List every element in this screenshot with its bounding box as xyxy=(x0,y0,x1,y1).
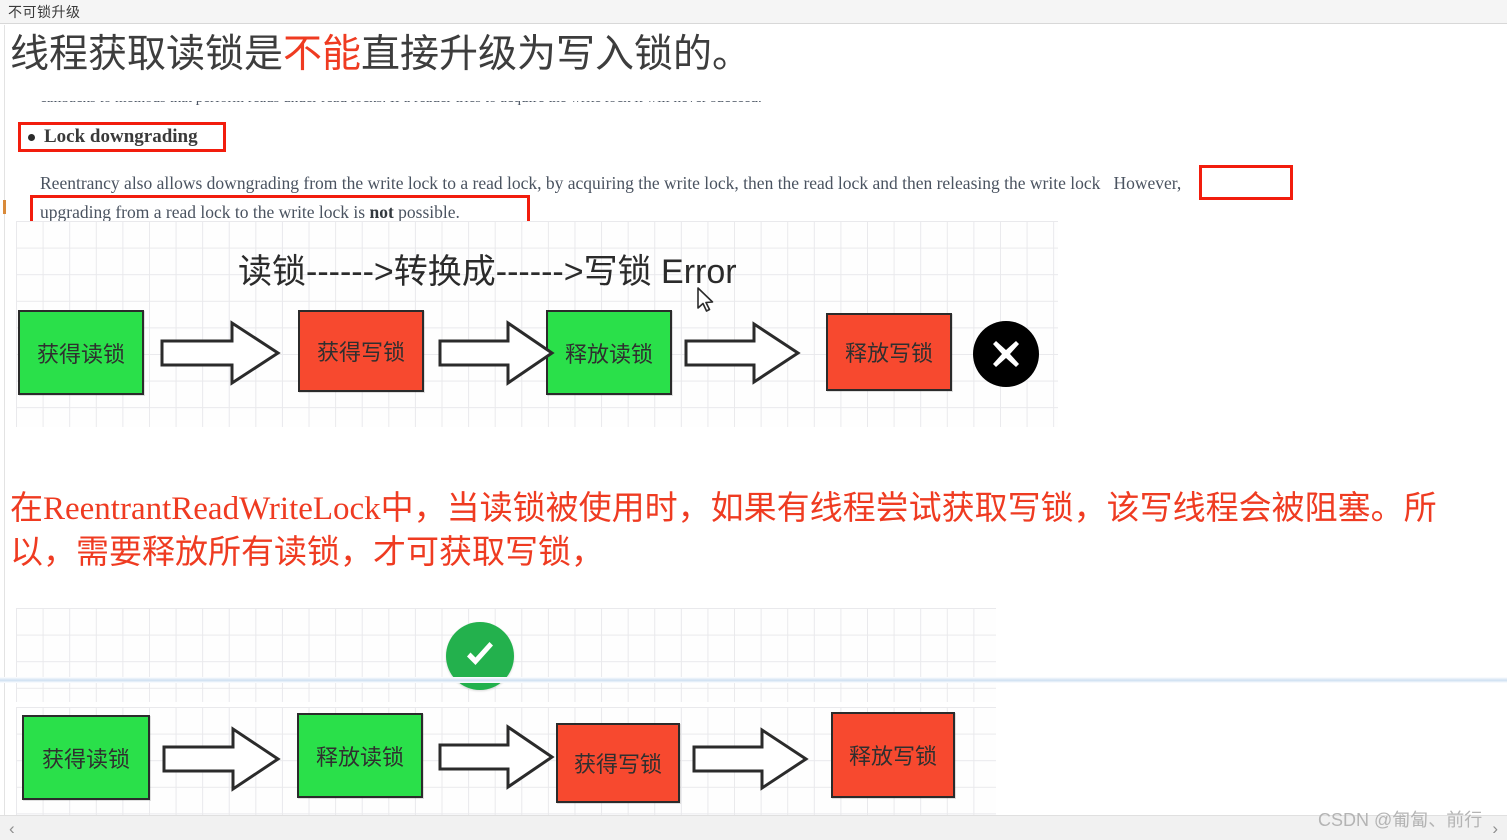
error-arrow-3-icon xyxy=(684,321,802,390)
headline-suffix: 直接升级为写入锁的。 xyxy=(361,33,752,76)
lock-downgrading-heading: Lock downgrading xyxy=(18,122,226,152)
error-arrow-1-icon xyxy=(160,319,282,392)
ok-node-4: 释放写锁 xyxy=(831,712,955,798)
error-flow-caption: 读锁------>转换成------>写锁 Error xyxy=(238,253,737,291)
ok-node-2: 释放读锁 xyxy=(297,713,423,798)
paragraph-line-2-lead: upgrading from a read lock to the write … xyxy=(40,202,370,222)
clipped-text: callbacks to methods that perform reads … xyxy=(40,101,1040,107)
ok-arrow-1-icon xyxy=(162,725,282,798)
paragraph-line-2-tail: possible. xyxy=(393,202,460,222)
ok-node-1-label: 获得读锁 xyxy=(41,746,130,772)
horizontal-scrollbar[interactable]: ‹ › xyxy=(0,815,1507,840)
page-left-rule xyxy=(4,25,5,815)
clipped-text-line: callbacks to methods that perform reads … xyxy=(40,101,1040,117)
bullet-dot-icon xyxy=(28,133,35,141)
ok-arrow-3-icon xyxy=(692,727,810,796)
error-node-4: 释放写锁 xyxy=(826,313,952,391)
headline-accent: 不能 xyxy=(283,33,362,76)
paragraph-however-text: However, xyxy=(1113,173,1182,193)
paragraph-line-1-text: Reentrancy also allows downgrading from … xyxy=(40,173,1101,193)
x-circle-icon xyxy=(973,321,1039,387)
headline-prefix: 线程获取读锁是 xyxy=(10,33,284,76)
red-commentary: 在ReentrantReadWriteLock中，当读锁被使用时，如果有线程尝试… xyxy=(10,491,1437,571)
error-node-1-label: 获得读锁 xyxy=(36,341,125,367)
error-node-2: 获得写锁 xyxy=(298,310,424,392)
paragraph-line-1: Reentrancy also allows downgrading from … xyxy=(40,170,1181,196)
error-arrow-2-icon xyxy=(438,319,556,392)
window-title: 不可锁升级 xyxy=(8,5,81,21)
error-node-2-label: 获得写锁 xyxy=(316,340,405,365)
ok-arrow-2-icon xyxy=(438,723,556,796)
error-node-3-label: 释放读锁 xyxy=(564,341,653,367)
error-node-3: 释放读锁 xyxy=(546,310,672,395)
app-window: 不可锁升级 线程获取读锁是不能直接升级为写入锁的。 callbacks to m… xyxy=(0,0,1507,840)
page-title: 线程获取读锁是不能直接升级为写入锁的。 xyxy=(10,33,751,78)
highlight-box-however xyxy=(1199,165,1293,200)
paragraph-not-emphasis: not xyxy=(369,202,394,222)
mouse-cursor-icon xyxy=(697,287,715,313)
error-node-1: 获得读锁 xyxy=(18,310,144,395)
ok-node-4-label: 释放写锁 xyxy=(848,744,937,769)
window-titlebar: 不可锁升级 xyxy=(0,0,1507,24)
ok-node-3: 获得写锁 xyxy=(556,723,680,803)
page-margin-marker xyxy=(3,200,6,214)
scroll-left-arrow-icon[interactable]: ‹ xyxy=(0,820,24,837)
error-node-4-label: 释放写锁 xyxy=(844,341,933,366)
ok-node-3-label: 获得写锁 xyxy=(573,752,662,777)
lock-downgrading-label: Lock downgrading xyxy=(44,126,198,147)
ok-node-1: 获得读锁 xyxy=(22,715,150,800)
section-divider xyxy=(0,677,1507,683)
watermark: CSDN @匍匐、前行 xyxy=(1318,810,1483,830)
document-page: 线程获取读锁是不能直接升级为写入锁的。 callbacks to methods… xyxy=(0,25,1507,815)
ok-node-2-label: 释放读锁 xyxy=(315,744,404,770)
scroll-right-arrow-icon[interactable]: › xyxy=(1483,820,1507,837)
